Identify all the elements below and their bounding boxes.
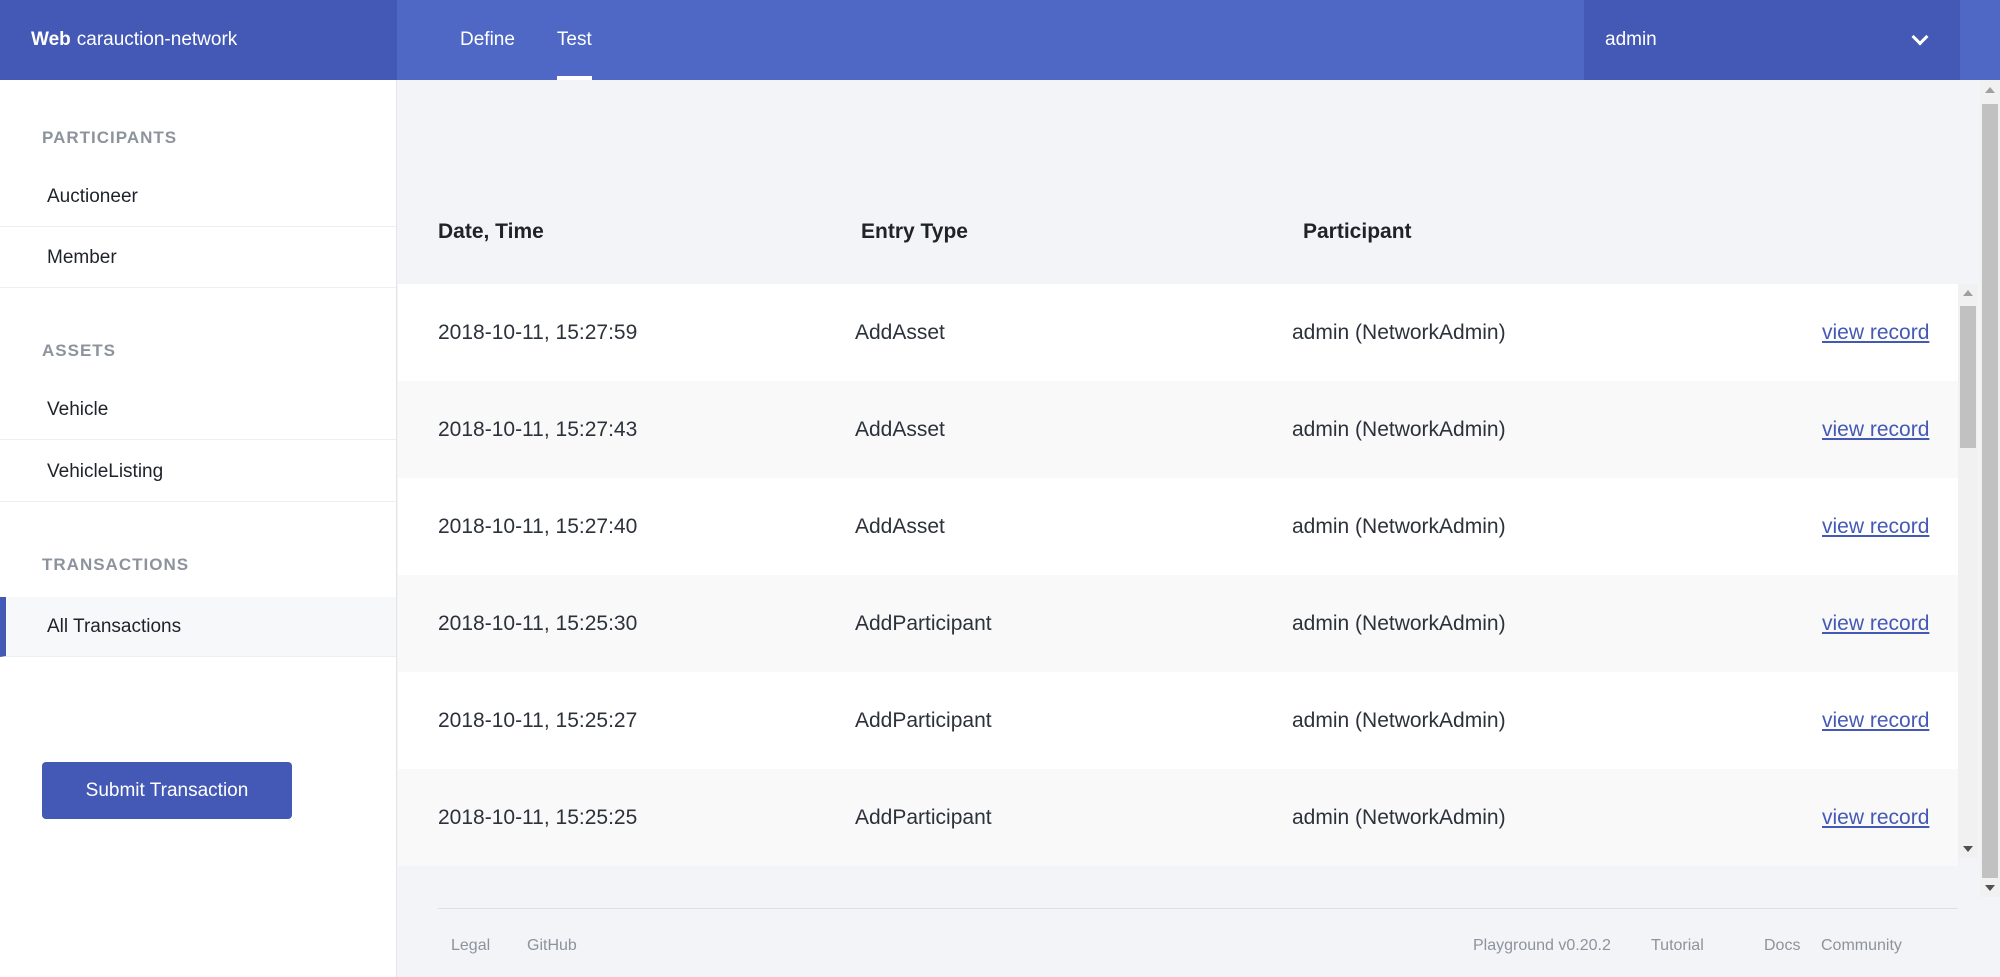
cell-datetime: 2018-10-11, 15:25:25 xyxy=(438,805,638,829)
section-title-participants: PARTICIPANTS xyxy=(42,128,178,147)
cell-datetime: 2018-10-11, 15:27:59 xyxy=(438,320,638,344)
chevron-down-icon xyxy=(1911,28,1929,46)
footer-link-docs[interactable]: Docs xyxy=(1764,937,1800,955)
cell-entry-type: AddAsset xyxy=(855,417,945,441)
table-scrollbar[interactable] xyxy=(1958,284,1978,858)
view-record-link[interactable]: view record xyxy=(1822,672,1929,769)
view-record-link[interactable]: view record xyxy=(1822,769,1929,866)
footer-link-tutorial[interactable]: Tutorial xyxy=(1651,937,1704,955)
sidebar-item-member[interactable]: Member xyxy=(0,228,396,288)
table-header: Date, Time Entry Type Participant xyxy=(398,220,1960,264)
column-header-participant: Participant xyxy=(1303,220,1412,243)
footer-link-github[interactable]: GitHub xyxy=(527,937,577,955)
footer-link-legal[interactable]: Legal xyxy=(451,937,490,955)
cell-entry-type: AddParticipant xyxy=(855,611,992,635)
cell-datetime: 2018-10-11, 15:27:43 xyxy=(438,417,638,441)
view-record-link[interactable]: view record xyxy=(1822,381,1929,478)
cell-participant: admin (NetworkAdmin) xyxy=(1292,611,1506,635)
table-scrollbar-thumb[interactable] xyxy=(1960,306,1976,448)
cell-datetime: 2018-10-11, 15:25:27 xyxy=(438,708,638,732)
section-title-assets: ASSETS xyxy=(42,341,117,360)
tab-test[interactable]: Test xyxy=(556,0,592,80)
brand[interactable]: Web carauction-network xyxy=(0,0,397,80)
cell-participant: admin (NetworkAdmin) xyxy=(1292,320,1506,344)
scroll-down-arrow-icon[interactable] xyxy=(1963,846,1973,852)
view-record-link[interactable]: view record xyxy=(1822,575,1929,672)
cell-entry-type: AddAsset xyxy=(855,514,945,538)
cell-datetime: 2018-10-11, 15:27:40 xyxy=(438,514,638,538)
cell-datetime: 2018-10-11, 15:25:30 xyxy=(438,611,638,635)
column-header-entry-type: Entry Type xyxy=(861,220,968,243)
cell-participant: admin (NetworkAdmin) xyxy=(1292,417,1506,441)
sidebar: PARTICIPANTS Auctioneer Member ASSETS Ve… xyxy=(0,80,397,977)
scroll-up-arrow-icon[interactable] xyxy=(1985,87,1995,93)
sidebar-item-vehicle[interactable]: Vehicle xyxy=(0,380,396,440)
view-record-link[interactable]: view record xyxy=(1822,478,1929,575)
transaction-registry: Date, Time Entry Type Participant 2018-1… xyxy=(398,80,1960,977)
table-row: 2018-10-11, 15:27:59 AddAsset admin (Net… xyxy=(398,284,1958,381)
page-scrollbar[interactable] xyxy=(1980,80,2000,897)
page-scrollbar-thumb[interactable] xyxy=(1982,104,1998,878)
scroll-up-arrow-icon[interactable] xyxy=(1963,290,1973,296)
main-tabs: Define Test xyxy=(460,0,634,80)
cell-entry-type: AddParticipant xyxy=(855,805,992,829)
sidebar-item-auctioneer[interactable]: Auctioneer xyxy=(0,167,396,227)
table-row: 2018-10-11, 15:27:40 AddAsset admin (Net… xyxy=(398,478,1958,575)
table-body[interactable]: 2018-10-11, 15:27:59 AddAsset admin (Net… xyxy=(398,284,1958,866)
network-name: carauction-network xyxy=(76,29,238,50)
sidebar-item-vehiclelisting[interactable]: VehicleListing xyxy=(0,442,396,502)
tab-define[interactable]: Define xyxy=(460,0,515,80)
table-row: 2018-10-11, 15:27:43 AddAsset admin (Net… xyxy=(398,381,1958,478)
view-record-link[interactable]: view record xyxy=(1822,284,1929,381)
scroll-down-arrow-icon[interactable] xyxy=(1985,885,1995,891)
column-header-datetime: Date, Time xyxy=(438,220,544,243)
cell-entry-type: AddAsset xyxy=(855,320,945,344)
footer-divider xyxy=(438,908,1958,909)
cell-entry-type: AddParticipant xyxy=(855,708,992,732)
version-label: Playground v0.20.2 xyxy=(1473,937,1611,954)
footer-link-community[interactable]: Community xyxy=(1821,937,1902,955)
table-row: 2018-10-11, 15:25:25 AddParticipant admi… xyxy=(398,769,1958,866)
cell-participant: admin (NetworkAdmin) xyxy=(1292,805,1506,829)
section-title-transactions: TRANSACTIONS xyxy=(42,555,190,574)
table-row: 2018-10-11, 15:25:27 AddParticipant admi… xyxy=(398,672,1958,769)
brand-web-label: Web xyxy=(31,29,71,50)
table-row: 2018-10-11, 15:25:30 AddParticipant admi… xyxy=(398,575,1958,672)
submit-transaction-button[interactable]: Submit Transaction xyxy=(42,762,292,819)
sidebar-item-all-transactions[interactable]: All Transactions xyxy=(0,597,396,657)
top-nav-bar: Web carauction-network Define Test admin xyxy=(0,0,2000,80)
user-dropdown[interactable]: admin xyxy=(1584,0,1960,80)
cell-participant: admin (NetworkAdmin) xyxy=(1292,514,1506,538)
user-name: admin xyxy=(1605,29,1657,50)
cell-participant: admin (NetworkAdmin) xyxy=(1292,708,1506,732)
